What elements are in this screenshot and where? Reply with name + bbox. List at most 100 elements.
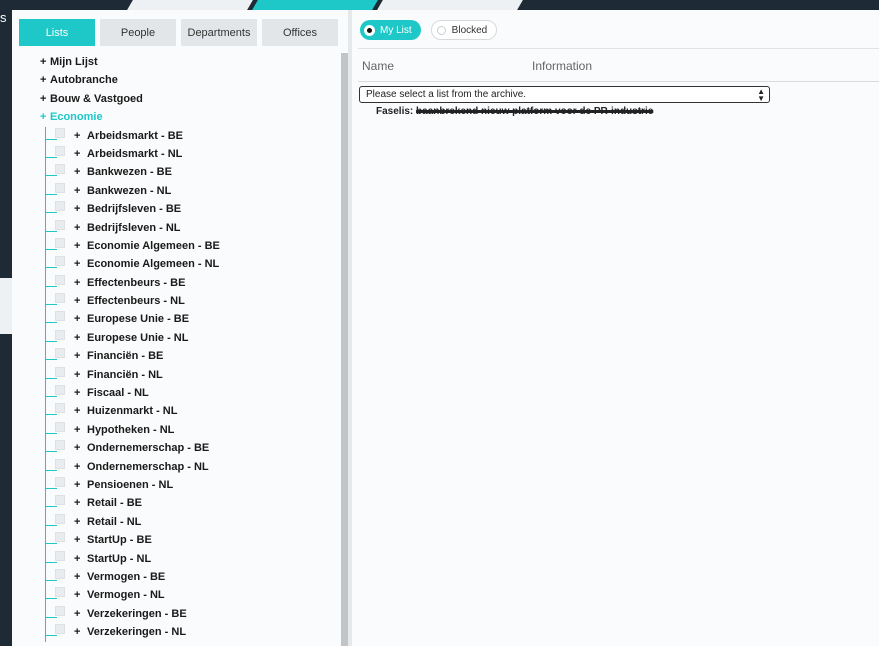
- archive-list-select[interactable]: Please select a list from the archive. ▲…: [359, 86, 770, 103]
- expand-icon[interactable]: +: [74, 145, 80, 163]
- expand-icon[interactable]: +: [74, 439, 80, 457]
- expand-icon[interactable]: +: [74, 494, 80, 512]
- expand-icon[interactable]: +: [74, 531, 80, 549]
- tree-item[interactable]: + Huizenmarkt - NL: [12, 402, 340, 420]
- tree-item-checkbox[interactable]: [55, 237, 65, 248]
- tree-item[interactable]: + Ondernemerschap - NL: [12, 458, 340, 476]
- tab-people[interactable]: People: [100, 19, 176, 46]
- expand-icon[interactable]: +: [74, 402, 80, 420]
- expand-icon[interactable]: +: [74, 310, 80, 328]
- tree-item-checkbox[interactable]: [55, 201, 65, 212]
- expand-icon[interactable]: +: [74, 292, 80, 310]
- tree-item-checkbox[interactable]: [55, 385, 65, 396]
- tree-item-checkbox[interactable]: [55, 587, 65, 598]
- tree-root-mijn-lijst[interactable]: + Mijn Lijst: [12, 53, 340, 71]
- tree-item-checkbox[interactable]: [55, 274, 65, 285]
- tree-item[interactable]: + Arbeidsmarkt - BE: [12, 127, 340, 145]
- tree-item-checkbox[interactable]: [55, 532, 65, 543]
- expand-icon[interactable]: +: [74, 200, 80, 218]
- tree-item[interactable]: + Ondernemerschap - BE: [12, 439, 340, 457]
- tree-item-checkbox[interactable]: [55, 164, 65, 175]
- tree-item-checkbox[interactable]: [55, 513, 65, 524]
- expand-icon[interactable]: +: [40, 53, 50, 71]
- tree-item[interactable]: + Fiscaal - NL: [12, 384, 340, 402]
- tree-item[interactable]: + Vermogen - BE: [12, 568, 340, 586]
- tree-item[interactable]: + Economie Algemeen - BE: [12, 237, 340, 255]
- tree-item-checkbox[interactable]: [55, 624, 65, 635]
- tree-root-economie[interactable]: + Economie: [12, 108, 340, 126]
- expand-icon[interactable]: +: [74, 513, 80, 531]
- expand-icon[interactable]: +: [74, 421, 80, 439]
- tree-item[interactable]: + Bankwezen - BE: [12, 163, 340, 181]
- blocked-toggle[interactable]: Blocked: [430, 20, 498, 40]
- tree-item[interactable]: + Retail - BE: [12, 494, 340, 512]
- column-header-information[interactable]: Information: [532, 59, 592, 73]
- tree-item-checkbox[interactable]: [55, 550, 65, 561]
- expand-icon[interactable]: +: [74, 219, 80, 237]
- tree-item[interactable]: + Economie Algemeen - NL: [12, 255, 340, 273]
- tree-item-checkbox[interactable]: [55, 605, 65, 616]
- tree-item[interactable]: + Verzekeringen - BE: [12, 605, 340, 623]
- tree-item[interactable]: + Pensioenen - NL: [12, 476, 340, 494]
- tree-item-checkbox[interactable]: [55, 329, 65, 340]
- expand-icon[interactable]: +: [74, 237, 80, 255]
- tab-lists[interactable]: Lists: [19, 19, 95, 46]
- expand-icon[interactable]: +: [40, 71, 50, 89]
- expand-icon[interactable]: +: [74, 550, 80, 568]
- tab-departments[interactable]: Departments: [181, 19, 257, 46]
- expand-icon[interactable]: +: [74, 274, 80, 292]
- expand-icon[interactable]: +: [74, 255, 80, 273]
- tree-item[interactable]: + Hypotheken - NL: [12, 421, 340, 439]
- tree-item-checkbox[interactable]: [55, 366, 65, 377]
- expand-icon[interactable]: +: [74, 623, 80, 641]
- expand-icon[interactable]: +: [74, 458, 80, 476]
- my-list-toggle[interactable]: My List: [360, 20, 421, 40]
- expand-icon[interactable]: +: [74, 347, 80, 365]
- expand-icon[interactable]: +: [74, 127, 80, 145]
- tree-item-checkbox[interactable]: [55, 458, 65, 469]
- tree-item-checkbox[interactable]: [55, 256, 65, 267]
- tree-item[interactable]: + Financiën - NL: [12, 366, 340, 384]
- tree-item[interactable]: + Effectenbeurs - NL: [12, 292, 340, 310]
- tree-item[interactable]: + Europese Unie - NL: [12, 329, 340, 347]
- tree-item-checkbox[interactable]: [55, 476, 65, 487]
- tree-root-bouw-vastgoed[interactable]: + Bouw & Vastgoed: [12, 90, 340, 108]
- tree-item-checkbox[interactable]: [55, 495, 65, 506]
- tree-item[interactable]: + Effectenbeurs - BE: [12, 274, 340, 292]
- tree-item-checkbox[interactable]: [55, 440, 65, 451]
- expand-icon[interactable]: +: [74, 329, 80, 347]
- tree-item[interactable]: + Bankwezen - NL: [12, 182, 340, 200]
- tree-item-checkbox[interactable]: [55, 182, 65, 193]
- expand-icon[interactable]: +: [74, 605, 80, 623]
- tree-item[interactable]: + Europese Unie - BE: [12, 310, 340, 328]
- tree-item-checkbox[interactable]: [55, 421, 65, 432]
- expand-icon[interactable]: +: [74, 476, 80, 494]
- expand-icon[interactable]: +: [74, 366, 80, 384]
- tree-item[interactable]: + Verzekeringen - NL: [12, 623, 340, 641]
- tree-item-checkbox[interactable]: [55, 568, 65, 579]
- tree-item[interactable]: + Retail - NL: [12, 513, 340, 531]
- tree-item[interactable]: + StartUp - NL: [12, 550, 340, 568]
- expand-icon[interactable]: +: [74, 568, 80, 586]
- tree-item-checkbox[interactable]: [55, 348, 65, 359]
- tree-item[interactable]: + Financiën - BE: [12, 347, 340, 365]
- expand-icon[interactable]: +: [74, 586, 80, 604]
- tree-item[interactable]: + Bedrijfsleven - NL: [12, 219, 340, 237]
- tree-item[interactable]: + Vermogen - NL: [12, 586, 340, 604]
- tab-offices[interactable]: Offices: [262, 19, 338, 46]
- tree-item[interactable]: + Bedrijfsleven - BE: [12, 200, 340, 218]
- column-header-name[interactable]: Name: [362, 59, 394, 73]
- tree-scrollbar[interactable]: [341, 53, 348, 646]
- tree-item[interactable]: + StartUp - BE: [12, 531, 340, 549]
- tree-item-checkbox[interactable]: [55, 293, 65, 304]
- expand-icon[interactable]: +: [40, 90, 50, 108]
- tree-item-checkbox[interactable]: [55, 311, 65, 322]
- expand-icon[interactable]: +: [40, 108, 50, 126]
- expand-icon[interactable]: +: [74, 182, 80, 200]
- tree-item-checkbox[interactable]: [55, 145, 65, 156]
- tree-item-checkbox[interactable]: [55, 403, 65, 414]
- tree-item-checkbox[interactable]: [55, 219, 65, 230]
- tree-item[interactable]: + Arbeidsmarkt - NL: [12, 145, 340, 163]
- tree-item-checkbox[interactable]: [55, 127, 65, 138]
- expand-icon[interactable]: +: [74, 163, 80, 181]
